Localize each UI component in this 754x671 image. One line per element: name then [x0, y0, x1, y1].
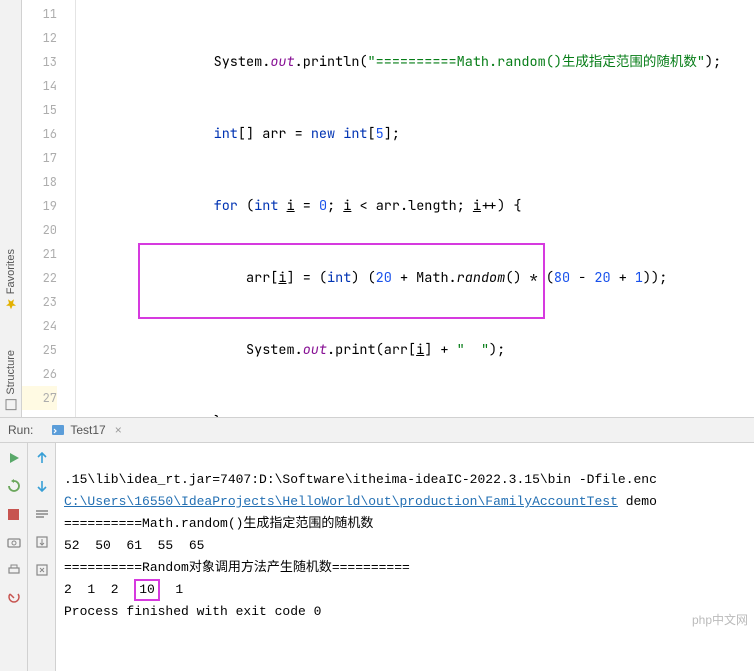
line-number: 14 — [22, 74, 57, 98]
console-output[interactable]: .15\lib\idea_rt.jar=7407:D:\Software\ith… — [56, 443, 754, 671]
line-number: 17 — [22, 146, 57, 170]
line-number: 21 — [22, 242, 57, 266]
run-label: Run: — [8, 423, 33, 437]
code-line: int[] arr = new int[5]; — [76, 122, 754, 146]
run-button[interactable] — [5, 449, 23, 467]
code-line: for (int i = 0; i < arr.length; i++) { — [76, 194, 754, 218]
code-editor[interactable]: System.out.println("==========Math.rando… — [76, 0, 754, 417]
favorites-tab[interactable]: Favorites — [5, 249, 17, 310]
exit-icon[interactable] — [5, 589, 23, 607]
console-line: 52 50 61 55 65 — [64, 538, 220, 553]
structure-label: Structure — [5, 350, 17, 395]
run-panel: Run: Test17 × .15\lib\idea_rt.jar=7407:D… — [0, 418, 754, 671]
line-number: 23 — [22, 290, 57, 314]
scroll-icon[interactable] — [33, 533, 51, 551]
run-toolbar-left2 — [28, 443, 56, 671]
line-number: 15 — [22, 98, 57, 122]
line-number: 18 — [22, 170, 57, 194]
line-number: 24 — [22, 314, 57, 338]
watermark: php中文网 — [692, 609, 748, 631]
console-line: ==========Math.random()生成指定范围的随机数 — [64, 516, 373, 531]
code-line: } — [76, 410, 754, 417]
code-line: arr[i] = (int) (20 + Math.random() * (80… — [76, 266, 754, 290]
line-number: 26 — [22, 362, 57, 386]
line-number: 20 — [22, 218, 57, 242]
clear-icon[interactable] — [33, 561, 51, 579]
console-line: 2 1 2 10 1 — [64, 582, 199, 597]
structure-tab[interactable]: Structure — [5, 350, 17, 411]
up-arrow-icon[interactable] — [33, 449, 51, 467]
wrap-icon[interactable] — [33, 505, 51, 523]
console-text: demo — [618, 494, 657, 509]
line-number: 12 — [22, 26, 57, 50]
annotation-box: 10 — [134, 579, 160, 601]
line-number: 22 — [22, 266, 57, 290]
stop-button[interactable] — [5, 505, 23, 523]
line-gutter[interactable]: 11 12 13 14 15 16 17 18 19 20 21 22 23 2… — [22, 0, 76, 417]
down-arrow-icon[interactable] — [33, 477, 51, 495]
run-tab-label: Test17 — [70, 423, 105, 437]
run-header: Run: Test17 × — [0, 418, 754, 443]
run-toolbar-left — [0, 443, 28, 671]
camera-icon[interactable] — [5, 533, 23, 551]
run-tab[interactable]: Test17 × — [45, 420, 127, 440]
line-number: 19 — [22, 194, 57, 218]
printer-icon[interactable] — [5, 561, 23, 579]
code-line: System.out.println("==========Math.rando… — [76, 50, 754, 74]
line-number: 16 — [22, 122, 57, 146]
console-line: ==========Random对象调用方法产生随机数========== — [64, 560, 410, 575]
console-line: .15\lib\idea_rt.jar=7407:D:\Software\ith… — [64, 472, 657, 487]
line-number: 27 — [22, 386, 57, 410]
star-icon — [5, 298, 17, 310]
left-tool-tabs: Structure Favorites — [0, 0, 22, 417]
console-icon — [51, 423, 65, 437]
structure-icon — [5, 399, 17, 411]
editor-area: Structure Favorites 11 12 13 14 15 16 17… — [0, 0, 754, 418]
console-line: Process finished with exit code 0 — [64, 604, 321, 619]
code-line: System.out.print(arr[i] + " "); — [76, 338, 754, 362]
console-link[interactable]: C:\Users\16550\IdeaProjects\HelloWorld\o… — [64, 494, 618, 509]
favorites-label: Favorites — [5, 249, 17, 294]
close-icon[interactable]: × — [115, 423, 122, 437]
rerun-button[interactable] — [5, 477, 23, 495]
line-number: 25 — [22, 338, 57, 362]
line-number: 13 — [22, 50, 57, 74]
line-number: 11 — [22, 2, 57, 26]
